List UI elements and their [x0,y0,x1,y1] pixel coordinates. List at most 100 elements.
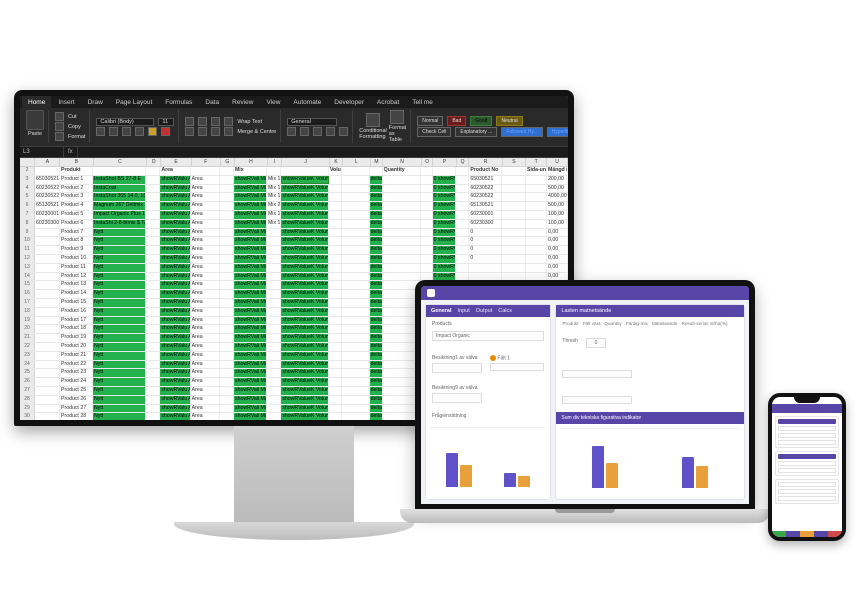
underline-icon[interactable] [122,127,131,136]
col-header-L[interactable]: L [343,158,371,167]
col-header-I[interactable]: I [268,158,282,167]
field-input-2[interactable] [432,393,482,403]
table-row[interactable]: 560230522Product 3InstaShot 365 14.0, 18… [20,193,568,202]
phone-nav-item[interactable] [772,531,786,537]
format-table-button[interactable]: Format as Table [389,125,406,143]
name-box[interactable]: L3 [20,147,64,157]
thresh-input[interactable]: 0 [586,338,606,348]
product-select[interactable]: Impact Organic [432,331,544,341]
left-tab-general[interactable]: General [431,308,451,314]
col-header-N[interactable]: N [383,158,422,167]
inc-decimal-icon[interactable] [326,127,335,136]
field-dropdown[interactable] [490,363,544,371]
col-header-E[interactable]: E [161,158,191,167]
col-header-R[interactable]: R [469,158,502,167]
font-size-select[interactable]: 11 [158,118,174,126]
ribbon-tab-home[interactable]: Home [22,96,51,108]
fill-color-icon[interactable] [148,127,157,136]
col-header-F[interactable]: F [192,158,221,167]
phone-field-5[interactable] [778,468,836,473]
col-header-Q[interactable]: Q [457,158,470,167]
right-input-1[interactable] [562,370,632,378]
col-header-J[interactable]: J [282,158,330,167]
comma-icon[interactable] [313,127,322,136]
font-color-icon[interactable] [161,127,170,136]
ribbon-tab-insert[interactable]: Insert [52,96,80,108]
phone-field-8[interactable] [778,496,836,501]
align-center-icon[interactable] [198,127,207,136]
phone-field-7[interactable] [778,489,836,494]
currency-icon[interactable] [287,127,296,136]
fx-label[interactable]: fx [64,147,78,157]
ribbon-tab-view[interactable]: View [260,96,286,108]
phone-field-3[interactable] [778,440,836,445]
ribbon-tab-formulas[interactable]: Formulas [159,96,198,108]
align-top-icon[interactable] [185,117,194,126]
bold-icon[interactable] [96,127,105,136]
col-header-P[interactable]: P [433,158,457,167]
phone-card-1[interactable] [775,416,839,448]
phone-field-1[interactable] [778,426,836,431]
ribbon-tab-draw[interactable]: Draw [82,96,109,108]
col-header-corner[interactable] [20,158,35,167]
phone-card-2[interactable] [775,451,839,476]
col-header-T[interactable]: T [526,158,547,167]
table-row[interactable]: 12Product 10NyttshowRValu AreaAreashowRV… [20,255,568,264]
col-header-H[interactable]: H [235,158,268,167]
col-header-G[interactable]: G [221,158,235,167]
ribbon-tab-automate[interactable]: Automate [287,96,327,108]
col-header-A[interactable]: A [35,158,60,167]
format-painter-button[interactable]: Format [68,134,85,140]
formula-input[interactable] [78,147,568,157]
col-header-M[interactable]: M [371,158,384,167]
italic-icon[interactable] [109,127,118,136]
copy-button[interactable]: Copy [68,124,81,130]
phone-nav-item[interactable] [828,531,842,537]
border-icon[interactable] [135,127,144,136]
col-header-S[interactable]: S [503,158,527,167]
col-header-C[interactable]: C [94,158,148,167]
phone-field-4[interactable] [778,461,836,466]
col-header-O[interactable]: O [422,158,433,167]
merge-centre-button[interactable]: Merge & Centre [237,129,276,135]
table-row[interactable]: 365030521Product 1InstaShot BS 27-8 Esho… [20,176,568,185]
phone-nav-item[interactable] [800,531,814,537]
left-tab-calcs[interactable]: Calcs [498,308,512,314]
table-row[interactable]: 9Product 7NyttshowRValu AreaAreashowRVal… [20,229,568,238]
format-table-icon[interactable] [390,110,404,124]
font-name-select[interactable]: Calibri (Body) [96,118,154,126]
ribbon-tab-page-layout[interactable]: Page Layout [110,96,159,108]
align-mid-icon[interactable] [198,117,207,126]
phone-nav-item[interactable] [814,531,828,537]
phone-footer-nav[interactable] [772,531,842,537]
percent-icon[interactable] [300,127,309,136]
field-input-1[interactable] [432,363,482,373]
left-tab-input[interactable]: Input [457,308,469,314]
style-followed[interactable]: Followed Hy... [501,127,542,137]
table-row[interactable]: 860230300Product 6InstaShi 2-8-blmix $ T… [20,220,568,229]
col-header-B[interactable]: B [60,158,93,167]
table-row[interactable]: 13Product 11NyttshowRValu AreaAreashowRV… [20,264,568,273]
table-row[interactable]: 11Product 9NyttshowRValu AreaAreashowRVa… [20,246,568,255]
phone-card-3[interactable] [775,479,839,504]
align-left-icon[interactable] [185,127,194,136]
ribbon-tab-acrobat[interactable]: Acrobat [371,96,405,108]
style-normal[interactable]: Normal [417,116,443,126]
col-header-D[interactable]: D [147,158,161,167]
phone-nav-item[interactable] [786,531,800,537]
align-right-icon[interactable] [211,127,220,136]
ribbon-tab-developer[interactable]: Developer [328,96,370,108]
phone-field-6[interactable] [778,482,836,487]
wrap-text-icon[interactable] [224,117,233,126]
style-explanatory[interactable]: Explanatory ... [455,127,497,137]
ribbon-tab-review[interactable]: Review [226,96,259,108]
wrap-text-button[interactable]: Wrap Text [237,119,262,125]
left-tab-output[interactable]: Output [476,308,493,314]
cond-format-icon[interactable] [366,113,380,127]
ribbon-tab-data[interactable]: Data [199,96,225,108]
merge-icon[interactable] [224,127,233,136]
style-bad[interactable]: Bad [447,116,466,126]
cond-format-button[interactable]: Conditional Formatting [359,128,387,140]
number-format-select[interactable]: General [287,118,337,126]
style-checkcell[interactable]: Check Cell [417,127,451,137]
